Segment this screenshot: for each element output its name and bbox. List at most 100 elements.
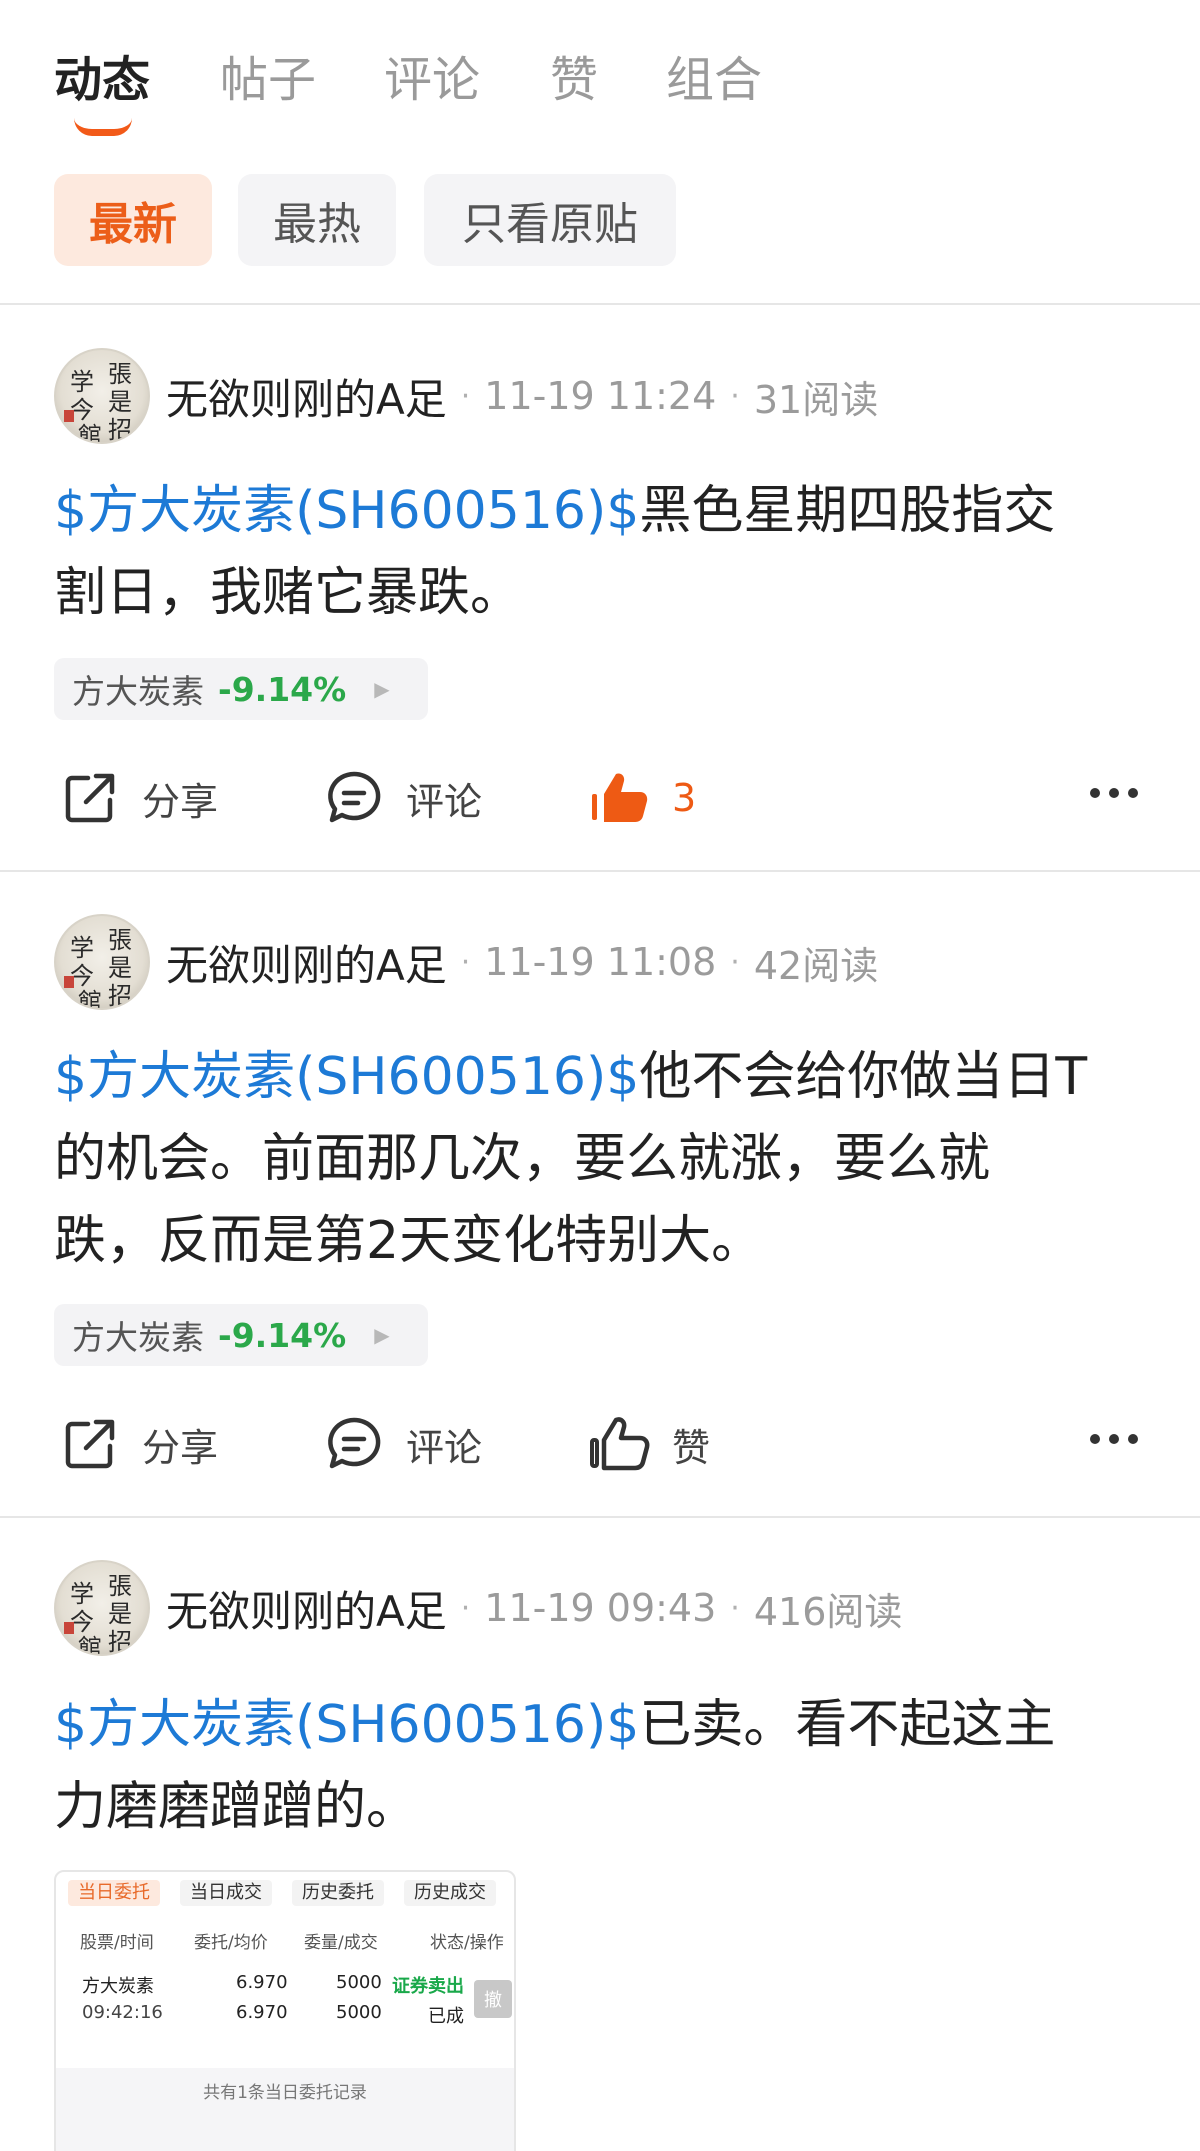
order-tab: 当日成交: [180, 1880, 272, 1906]
meta-separator: ·: [460, 378, 471, 414]
post-content[interactable]: $方大炭素(SH600516)$黑色星期四股指交 割日，我赌它暴跌。: [54, 470, 1154, 634]
filter-original-only[interactable]: 只看原贴: [424, 174, 676, 266]
order-tab: 历史成交: [404, 1880, 496, 1906]
avatar-glyph: 招: [108, 982, 132, 1010]
author-name[interactable]: 无欲则刚的A足: [166, 932, 447, 993]
share-label: 分享: [142, 779, 219, 824]
post-divider: [0, 870, 1200, 872]
order-qty: 5000: [336, 1972, 382, 1993]
thumbs-up-icon: [590, 1417, 650, 1471]
post-text: 他不会给你做当日T: [639, 1047, 1088, 1107]
thumbs-up-icon: [592, 773, 648, 822]
avatar-glyph: 館: [78, 422, 102, 444]
cancel-order-button: 撤: [474, 1980, 512, 2018]
comment-label: 评论: [406, 1425, 483, 1470]
like-button[interactable]: 赞: [588, 1404, 710, 1484]
tab-dynamic[interactable]: 动态: [54, 48, 150, 112]
seal-stamp: [64, 976, 74, 988]
post-time: 11-19 09:43: [484, 1586, 717, 1630]
read-count: 416阅读: [753, 1589, 903, 1634]
more-options-icon[interactable]: [1088, 786, 1140, 806]
like-button[interactable]: 3: [588, 758, 696, 838]
seal-stamp: [64, 410, 74, 422]
stock-quote-card[interactable]: 方大炭素 -9.14% ▶: [54, 658, 428, 720]
profile-tabs: 动态 帖子 评论 赞 组合: [0, 0, 1200, 160]
post-actions: 分享 评论 赞: [0, 1404, 1200, 1484]
post-time: 11-19 11:08: [484, 940, 717, 984]
share-button[interactable]: 分享: [58, 758, 218, 838]
play-arrow-icon: ▶: [374, 677, 390, 701]
share-icon: [65, 1419, 115, 1469]
author-name[interactable]: 无欲则刚的A足: [166, 366, 447, 427]
stock-quote-card[interactable]: 方大炭素 -9.14% ▶: [54, 1304, 428, 1366]
post-content[interactable]: $方大炭素(SH600516)$已卖。看不起这主 力磨磨蹭蹭的。: [54, 1684, 1154, 1848]
order-avg-price: 6.970: [236, 2002, 288, 2023]
meta-separator: ·: [730, 1590, 740, 1626]
avatar[interactable]: 学 張 今 是 招 館: [54, 914, 150, 1010]
comment-icon: [328, 771, 381, 823]
meta-separator: ·: [730, 944, 740, 980]
order-header: 委托/均价: [194, 1933, 268, 1953]
stock-link[interactable]: $方大炭素(SH600516)$: [54, 1695, 639, 1755]
order-tab: 当日委托: [68, 1880, 160, 1906]
comment-button[interactable]: 评论: [322, 758, 482, 838]
filter-hottest[interactable]: 最热: [238, 174, 396, 266]
play-arrow-icon: ▶: [374, 1323, 390, 1347]
post-time: 11-19 11:24: [484, 374, 717, 418]
post-image-thumbnail[interactable]: 当日委托 当日成交 历史委托 历史成交 股票/时间 委托/均价 委量/成交 状态…: [54, 1870, 516, 2151]
share-button[interactable]: 分享: [58, 1404, 218, 1484]
tab-likes[interactable]: 赞: [550, 48, 598, 112]
stock-link[interactable]: $方大炭素(SH600516)$: [54, 481, 639, 541]
tab-posts[interactable]: 帖子: [220, 48, 316, 112]
order-time: 09:42:16: [82, 2002, 163, 2023]
comment-icon: [328, 1417, 381, 1469]
share-icon: [65, 773, 115, 823]
order-tabs: 当日委托 当日成交 历史委托 历史成交: [56, 1872, 514, 1912]
avatar-glyph: 館: [78, 1634, 102, 1656]
order-tab: 历史委托: [292, 1880, 384, 1906]
filter-latest[interactable]: 最新: [54, 174, 212, 266]
post-content[interactable]: $方大炭素(SH600516)$他不会给你做当日T 的机会。前面那几次，要么就涨…: [54, 1036, 1154, 1282]
meta-separator: ·: [460, 944, 471, 980]
seal-stamp: [64, 1622, 74, 1634]
post-actions: 分享 评论 3: [0, 758, 1200, 838]
order-header: 状态/操作: [430, 1933, 504, 1953]
post-meta: 无欲则刚的A足 · 11-19 09:43 · 416阅读: [166, 1560, 902, 1656]
order-header: 委量/成交: [304, 1933, 378, 1953]
avatar[interactable]: 学 張 今 是 招 館: [54, 348, 150, 444]
avatar[interactable]: 学 張 今 是 招 館: [54, 1560, 150, 1656]
quote-name: 方大炭素: [72, 672, 204, 711]
order-stock-name: 方大炭素: [82, 1976, 154, 1997]
meta-separator: ·: [730, 378, 740, 414]
read-count: 42阅读: [753, 943, 879, 988]
quote-change: -9.14%: [218, 669, 347, 709]
quote-change: -9.14%: [218, 1315, 347, 1355]
stock-link[interactable]: $方大炭素(SH600516)$: [54, 1047, 639, 1107]
section-divider: [0, 303, 1200, 305]
like-count: 3: [672, 776, 697, 820]
meta-separator: ·: [460, 1590, 471, 1626]
quote-name: 方大炭素: [72, 1318, 204, 1357]
avatar-glyph: 招: [108, 1628, 132, 1656]
post-text: 力磨磨蹭蹭的。: [54, 1777, 419, 1837]
like-label: 赞: [672, 1425, 711, 1470]
order-state: 已成: [428, 2006, 464, 2027]
share-label: 分享: [142, 1425, 219, 1470]
post-text: 跌，反而是第2天变化特别大。: [54, 1211, 764, 1271]
comment-label: 评论: [406, 779, 483, 824]
order-price: 6.970: [236, 1972, 288, 1993]
avatar-glyph: 館: [78, 988, 102, 1010]
tab-comments[interactable]: 评论: [384, 48, 480, 112]
comment-button[interactable]: 评论: [322, 1404, 482, 1484]
author-name[interactable]: 无欲则刚的A足: [166, 1578, 447, 1639]
post-text: 已卖。看不起这主: [639, 1695, 1056, 1755]
post-meta: 无欲则刚的A足 · 11-19 11:24 · 31阅读: [166, 348, 878, 444]
order-status: 证券卖出: [392, 1976, 464, 1997]
post-meta: 无欲则刚的A足 · 11-19 11:08 · 42阅读: [166, 914, 878, 1010]
more-options-icon[interactable]: [1088, 1432, 1140, 1452]
order-filled: 5000: [336, 2002, 382, 2023]
post-text: 黑色星期四股指交: [639, 481, 1056, 541]
order-footer: 共有1条当日委托记录: [56, 2068, 514, 2151]
read-count: 31阅读: [753, 377, 879, 422]
tab-portfolio[interactable]: 组合: [666, 48, 762, 112]
